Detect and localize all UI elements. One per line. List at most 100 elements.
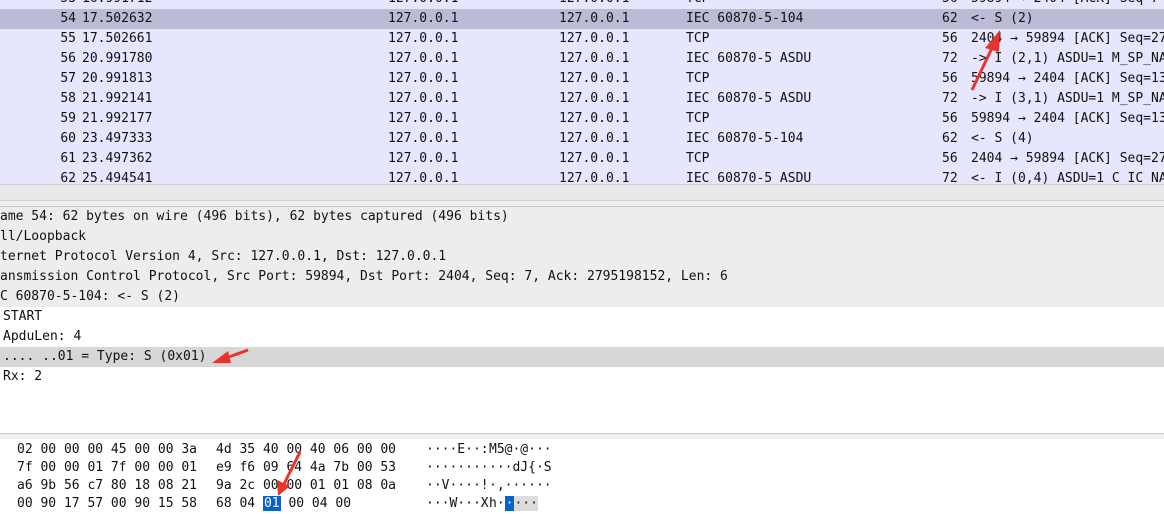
hex-plain: 00 04 00	[280, 496, 352, 511]
selected-byte[interactable]: 01	[262, 496, 281, 511]
packet-row[interactable]: 53 16.991712 127.0.0.1 127.0.0.1 TCP 56 59894 …	[0, 0, 1164, 9]
packet-row[interactable]: 59 21.992177 127.0.0.1 127.0.0.1 TCP 56 59894 …	[0, 109, 1164, 129]
detail-row[interactable]: ansmission Control Protocol, Src Port: 5…	[0, 267, 1164, 287]
packet-src: 127.0.0.1	[388, 131, 459, 146]
packet-details-tree[interactable]: ame 54: 62 bytes on wire (496 bits), 62 …	[0, 207, 1164, 433]
detail-row[interactable]: Rx: 2	[0, 367, 1164, 387]
ascii-right: M5@·@···	[489, 442, 552, 457]
ascii-plain: h·	[489, 496, 505, 511]
packet-dst: 127.0.0.1	[559, 111, 630, 126]
ascii-right: ···dJ{·S	[489, 460, 552, 475]
packet-info: -> I (3,1) ASDU=1 M_SP_NA	[971, 91, 1164, 106]
packet-no: 54	[60, 11, 76, 26]
packet-proto: TCP	[686, 31, 710, 46]
detail-row[interactable]: .... ..01 = Type: S (0x01)	[0, 347, 1164, 367]
ascii-left: ···W···X	[426, 496, 489, 511]
detail-text: ApduLen: 4	[3, 329, 82, 344]
packet-dst: 127.0.0.1	[559, 131, 630, 146]
packet-list-horizontal-scrollbar[interactable]	[0, 184, 1164, 201]
packet-proto: IEC 60870-5 ASDU	[686, 51, 812, 66]
packet-info: 59894 → 2404 [ACK] Seq=13	[971, 111, 1164, 126]
packet-time: 23.497362	[82, 151, 153, 166]
packet-no: 60	[60, 131, 76, 146]
packet-info: <- I (0,4) ASDU=1 C_IC_NA	[971, 171, 1164, 184]
packet-len: 62	[942, 131, 958, 146]
bytes-row[interactable]: 02 00 00 00 45 00 00 3a 4d 35 40 00 40 0…	[0, 440, 1164, 460]
packet-len: 62	[942, 11, 958, 26]
hex-right: 9a 2c 00 00 01 01 08 0a	[216, 478, 397, 493]
packet-src: 127.0.0.1	[388, 171, 459, 184]
packet-src: 127.0.0.1	[388, 151, 459, 166]
bytes-row[interactable]: 00 90 17 57 00 90 15 58 68 04 01 00 04 0…	[0, 494, 1164, 514]
selected-ascii[interactable]: ·	[504, 496, 515, 511]
packet-time: 25.494541	[82, 171, 153, 184]
packet-no: 58	[60, 91, 76, 106]
detail-row[interactable]: START	[0, 307, 1164, 327]
packet-time: 21.992141	[82, 91, 153, 106]
packet-no: 56	[60, 51, 76, 66]
packet-src: 127.0.0.1	[388, 11, 459, 26]
packet-proto: IEC 60870-5 ASDU	[686, 91, 812, 106]
packet-row[interactable]: 58 21.992141 127.0.0.1 127.0.0.1 IEC 60870-5…	[0, 89, 1164, 109]
packet-info: <- S (4)	[971, 131, 1034, 146]
packet-time: 20.991780	[82, 51, 153, 66]
detail-row[interactable]: ternet Protocol Version 4, Src: 127.0.0.…	[0, 247, 1164, 267]
hex-right: e9 f6 09 64 4a 7b 00 53	[216, 460, 397, 475]
packet-len: 72	[942, 51, 958, 66]
detail-text: ame 54: 62 bytes on wire (496 bits), 62 …	[0, 209, 509, 224]
packet-row[interactable]: 56 20.991780 127.0.0.1 127.0.0.1 IEC 60870-5…	[0, 49, 1164, 69]
packet-info: -> I (2,1) ASDU=1 M_SP_NA	[971, 51, 1164, 66]
packet-time: 16.991712	[82, 0, 152, 9]
packet-time: 20.991813	[82, 71, 153, 86]
hex-left: 7f 00 00 01 7f 00 00 01	[17, 460, 198, 475]
packet-row[interactable]: 54 17.502632 127.0.0.1 127.0.0.1 IEC 60870-5…	[0, 9, 1164, 29]
packet-list[interactable]: 53 16.991712 127.0.0.1 127.0.0.1 TCP 56 59894 …	[0, 0, 1164, 184]
packet-proto: IEC 60870-5-104	[686, 11, 804, 26]
packet-proto: IEC 60870-5-104	[686, 131, 804, 146]
packet-row[interactable]: 61 23.497362 127.0.0.1 127.0.0.1 TCP 56 2404 →…	[0, 149, 1164, 169]
packet-proto: TCP	[686, 111, 710, 126]
detail-row[interactable]: ApduLen: 4	[0, 327, 1164, 347]
ascii-plain: ···	[514, 496, 538, 511]
packet-time: 17.502632	[82, 11, 153, 26]
packet-dst: 127.0.0.1	[559, 171, 630, 184]
ascii-right: ·,······	[489, 478, 552, 493]
packet-no: 61	[60, 151, 76, 166]
packet-time: 17.502661	[82, 31, 153, 46]
packet-proto: TCP	[686, 0, 709, 9]
packet-len: 72	[942, 91, 958, 106]
packet-info: 59894 → 2404 [ACK] Seq=7	[971, 0, 1159, 9]
packet-info: <- S (2)	[971, 11, 1034, 26]
packet-dst: 127.0.0.1	[559, 51, 630, 66]
packet-len: 72	[942, 171, 958, 184]
bytes-row[interactable]: 7f 00 00 01 7f 00 00 01 e9 f6 09 64 4a 7…	[0, 458, 1164, 478]
packet-len: 56	[942, 0, 958, 9]
ascii-left: ········	[426, 460, 489, 475]
bytes-row[interactable]: a6 9b 56 c7 80 18 08 21 9a 2c 00 00 01 0…	[0, 476, 1164, 496]
packet-row[interactable]: 62 25.494541 127.0.0.1 127.0.0.1 IEC 60870-5…	[0, 169, 1164, 184]
detail-row[interactable]: C 60870-5-104: <- S (2)	[0, 287, 1164, 307]
hex-left: 02 00 00 00 45 00 00 3a	[17, 442, 198, 457]
packet-src: 127.0.0.1	[388, 31, 459, 46]
hex-right: 4d 35 40 00 40 06 00 00	[216, 442, 397, 457]
packet-time: 21.992177	[82, 111, 153, 126]
packet-proto: TCP	[686, 71, 710, 86]
packet-no: 59	[60, 111, 76, 126]
packet-dst: 127.0.0.1	[559, 31, 630, 46]
detail-row[interactable]: ame 54: 62 bytes on wire (496 bits), 62 …	[0, 207, 1164, 227]
packet-row[interactable]: 57 20.991813 127.0.0.1 127.0.0.1 TCP 56 59894 …	[0, 69, 1164, 89]
detail-row[interactable]: ll/Loopback	[0, 227, 1164, 247]
hex-left: a6 9b 56 c7 80 18 08 21	[17, 478, 198, 493]
packet-info: 2404 → 59894 [ACK] Seq=27	[971, 31, 1164, 46]
hex-right: 68 04 01 00 04 00	[216, 494, 351, 514]
packet-dst: 127.0.0.1	[559, 0, 629, 9]
ascii-right: h·····	[489, 494, 538, 514]
packet-no: 62	[60, 171, 76, 184]
packet-bytes-pane[interactable]: 02 00 00 00 45 00 00 3a 4d 35 40 00 40 0…	[0, 439, 1164, 514]
packet-len: 56	[942, 151, 958, 166]
ascii-left: ····E··:	[426, 442, 489, 457]
packet-row[interactable]: 55 17.502661 127.0.0.1 127.0.0.1 TCP 56 2404 →…	[0, 29, 1164, 49]
packet-row[interactable]: 60 23.497333 127.0.0.1 127.0.0.1 IEC 60870-5…	[0, 129, 1164, 149]
detail-text: .... ..01 = Type: S (0x01)	[3, 349, 207, 364]
packet-dst: 127.0.0.1	[559, 11, 630, 26]
